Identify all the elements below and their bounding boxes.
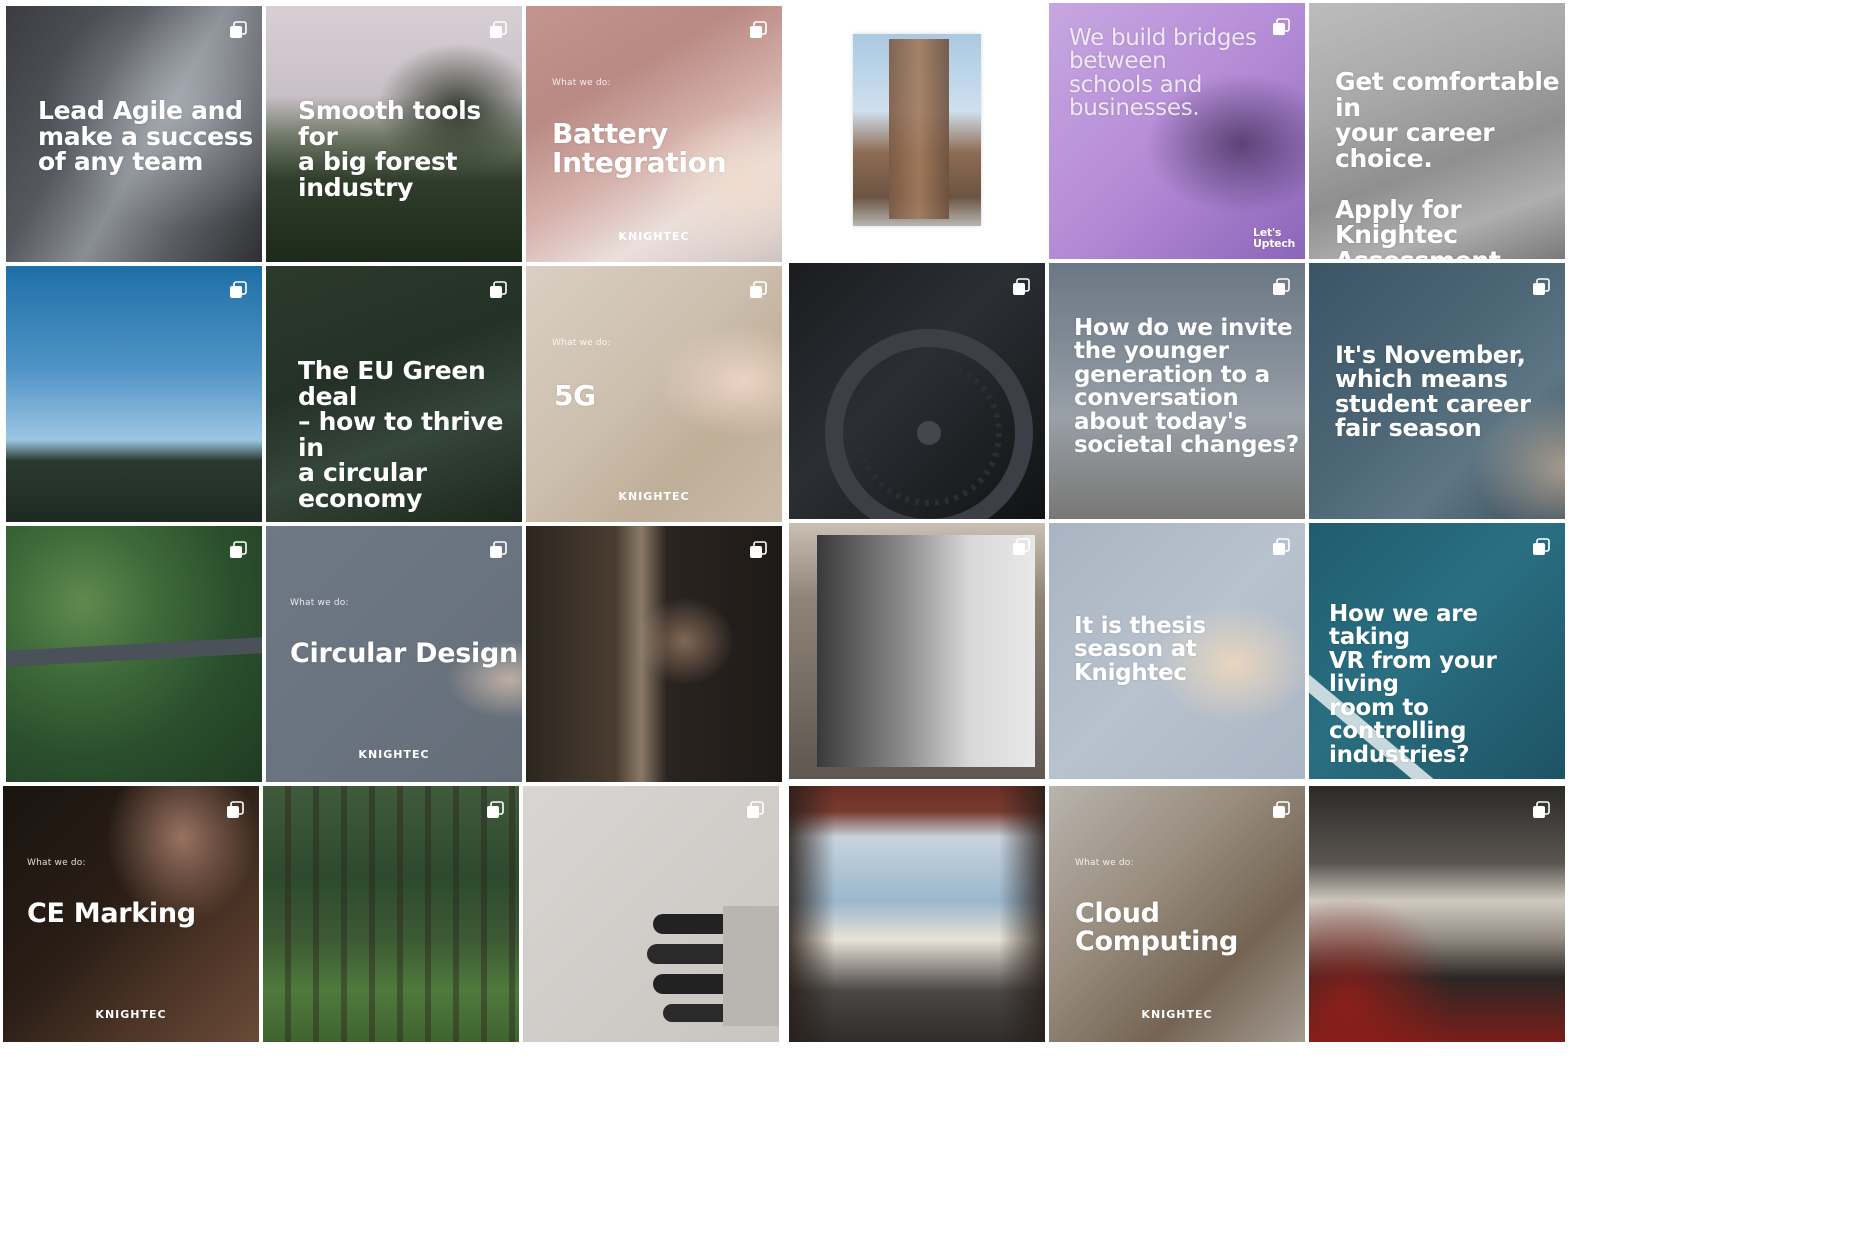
post-kicker: What we do:	[290, 598, 349, 608]
post-tile-aerial-forest[interactable]	[6, 526, 262, 782]
post-image	[526, 526, 782, 782]
post-kicker: What we do:	[27, 858, 86, 868]
post-tile-lead-agile[interactable]: Lead Agile and make a success of any tea…	[6, 6, 262, 262]
multiple-images-icon	[490, 281, 507, 298]
multiple-images-icon	[490, 21, 507, 38]
post-tile-pine-forest[interactable]	[263, 786, 519, 1042]
post-image	[6, 266, 262, 522]
brand-mark: KNIGHTEC	[358, 748, 430, 761]
post-headline: How we are taking VR from your living ro…	[1329, 601, 1497, 768]
post-tile-bridges-schools[interactable]: We build bridges between schools and bus…	[1049, 3, 1305, 259]
multiple-images-icon	[747, 801, 764, 818]
uptech-logo: Let's Uptech	[1253, 226, 1296, 251]
post-kicker: What we do:	[552, 338, 611, 348]
multiple-images-icon	[1273, 278, 1290, 295]
post-tile-career-fair[interactable]: It's November, which means student caree…	[1309, 263, 1565, 519]
post-tile-fan-bike[interactable]	[789, 263, 1045, 519]
post-tile-garage[interactable]	[1309, 786, 1565, 1042]
post-headline: The EU Green deal – how to thrive in a c…	[298, 356, 504, 513]
post-tile-forest-tools[interactable]: Smooth tools for a big forest industry	[266, 6, 522, 262]
post-image	[523, 786, 779, 1042]
post-image	[789, 523, 1045, 779]
post-tile-battery-integration[interactable]: What we do: Battery Integration KNIGHTEC	[526, 6, 782, 262]
multiple-images-icon	[230, 21, 247, 38]
multiple-images-icon	[1013, 538, 1030, 555]
post-tile-portrait-woman[interactable]	[526, 526, 782, 782]
multiple-images-icon	[1533, 278, 1550, 295]
post-tile-circular-design[interactable]: What we do: Circular Design KNIGHTEC	[266, 526, 522, 782]
multiple-images-icon	[1273, 801, 1290, 818]
post-image	[789, 263, 1045, 519]
post-tile-5g[interactable]: What we do: 5G KNIGHTEC	[526, 266, 782, 522]
post-image	[6, 526, 262, 782]
post-image	[263, 786, 519, 1042]
post-image	[1309, 786, 1565, 1042]
multiple-images-icon	[1273, 538, 1290, 555]
brand-mark: KNIGHTEC	[618, 230, 690, 243]
post-tile-building[interactable]	[789, 3, 1045, 259]
multiple-images-icon	[227, 801, 244, 818]
multiple-images-icon	[750, 21, 767, 38]
post-headline: Smooth tools for a big forest industry	[298, 96, 482, 202]
post-kicker: What we do:	[552, 78, 611, 88]
post-tile-vr-industries[interactable]: How we are taking VR from your living ro…	[1309, 523, 1565, 779]
post-image	[853, 34, 981, 226]
post-tile-career-choice[interactable]: Get comfortable in your career choice. A…	[1309, 3, 1565, 259]
post-headline: Battery Integration	[552, 117, 727, 179]
post-tile-sky-forest[interactable]	[6, 266, 262, 522]
post-image	[789, 786, 1045, 1042]
post-headline: Get comfortable in your career choice. A…	[1335, 67, 1560, 259]
multiple-images-icon	[750, 281, 767, 298]
post-headline: Lead Agile and make a success of any tea…	[38, 96, 253, 176]
post-tile-portrait-man[interactable]	[789, 523, 1045, 779]
multiple-images-icon	[490, 541, 507, 558]
post-tile-group-photo[interactable]	[789, 786, 1045, 1042]
post-headline: Circular Design	[290, 638, 518, 669]
post-headline: 5G	[554, 379, 596, 412]
multiple-images-icon	[1533, 801, 1550, 818]
multiple-images-icon	[230, 281, 247, 298]
multiple-images-icon	[487, 801, 504, 818]
multiple-images-icon	[750, 541, 767, 558]
brand-mark: KNIGHTEC	[95, 1008, 167, 1021]
post-headline: We build bridges between schools and bus…	[1069, 25, 1257, 122]
post-headline: CE Marking	[27, 898, 196, 929]
post-headline: How do we invite the younger generation …	[1074, 315, 1299, 459]
multiple-images-icon	[1013, 278, 1030, 295]
post-grid: Lead Agile and make a success of any tea…	[0, 0, 1875, 1250]
post-tile-eu-green-deal[interactable]: The EU Green deal – how to thrive in a c…	[266, 266, 522, 522]
post-headline: It is thesis season at Knightec	[1074, 613, 1206, 686]
post-tile-thesis-season[interactable]: It is thesis season at Knightec	[1049, 523, 1305, 779]
post-headline: It's November, which means student caree…	[1335, 341, 1531, 443]
post-kicker: What we do:	[1075, 858, 1134, 868]
post-tile-younger-generation[interactable]: How do we invite the younger generation …	[1049, 263, 1305, 519]
post-tile-cloud-computing[interactable]: What we do: Cloud Computing KNIGHTEC	[1049, 786, 1305, 1042]
multiple-images-icon	[230, 541, 247, 558]
post-tile-robot-hand[interactable]	[523, 786, 779, 1042]
brand-mark: KNIGHTEC	[618, 490, 690, 503]
post-tile-ce-marking[interactable]: What we do: CE Marking KNIGHTEC	[3, 786, 259, 1042]
post-headline: Cloud Computing	[1075, 898, 1239, 957]
multiple-images-icon	[1533, 538, 1550, 555]
brand-mark: KNIGHTEC	[1141, 1008, 1213, 1021]
multiple-images-icon	[1273, 18, 1290, 35]
